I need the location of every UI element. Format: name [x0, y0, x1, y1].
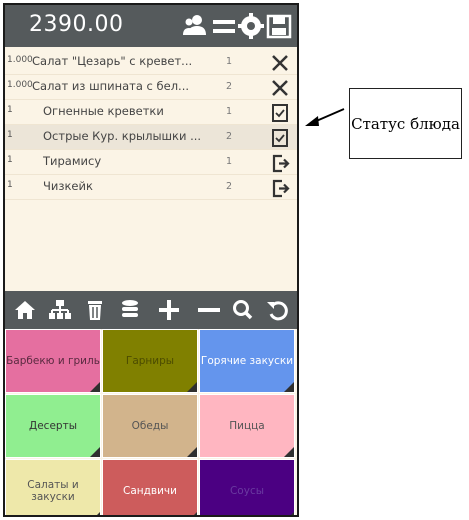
- category-label: Сандвичи: [123, 485, 177, 497]
- save-icon[interactable]: [265, 11, 293, 41]
- tile-corner-marker: [284, 382, 294, 392]
- category-grid: Барбекю и гриль Гарниры Горячие закуски …: [5, 329, 297, 515]
- item-name: Салат "Цезарь" с кревет...: [32, 54, 193, 68]
- order-row[interactable]: 1 Тирамису 1: [5, 150, 297, 175]
- item-quantity: 1: [7, 130, 13, 140]
- category-label: Барбекю и гриль: [6, 355, 100, 367]
- item-quantity: 1: [7, 105, 13, 115]
- item-course: 2: [226, 131, 233, 142]
- annotation-text: Статус блюда: [351, 114, 460, 133]
- checkbox-icon[interactable]: [269, 102, 291, 124]
- order-row[interactable]: 1 Чизкейк 2: [5, 175, 297, 200]
- network-icon[interactable]: [46, 296, 74, 324]
- settings-icon[interactable]: [237, 11, 265, 41]
- category-tile[interactable]: Гарниры: [102, 329, 198, 393]
- category-tile[interactable]: Барбекю и гриль: [5, 329, 101, 393]
- category-tile[interactable]: Салаты и закуски: [5, 459, 101, 515]
- item-course: 1: [226, 156, 233, 167]
- item-course: 2: [226, 181, 233, 192]
- item-name: Салат из шпината с бел...: [32, 79, 190, 93]
- users-icon[interactable]: [181, 11, 209, 41]
- plus-icon[interactable]: [155, 296, 183, 324]
- item-quantity: 1: [7, 180, 13, 190]
- action-toolbar: [5, 291, 297, 329]
- order-list: 1.000 Салат "Цезарь" с кревет... 1 1.000…: [5, 47, 297, 291]
- undo-icon[interactable]: [264, 296, 292, 324]
- category-label: Горячие закуски: [200, 355, 294, 367]
- category-tile[interactable]: Десерты: [5, 394, 101, 458]
- order-total: 2390.00: [29, 12, 124, 37]
- database-icon[interactable]: [116, 296, 144, 324]
- category-label: Десерты: [29, 420, 77, 432]
- item-name: Огненные креветки: [43, 104, 164, 118]
- order-row[interactable]: 1 Острые Кур. крылышки ... 2: [5, 125, 297, 150]
- tile-corner-marker: [90, 512, 100, 515]
- tile-corner-marker: [90, 382, 100, 392]
- close-icon[interactable]: [269, 77, 291, 99]
- tile-corner-marker: [187, 447, 197, 457]
- annotation-arrow: [305, 108, 345, 126]
- category-tile[interactable]: Сандвичи: [102, 459, 198, 515]
- category-label: Гарниры: [125, 355, 175, 367]
- category-label: Обеды: [131, 420, 169, 432]
- home-icon[interactable]: [11, 296, 39, 324]
- item-course: 1: [226, 106, 233, 117]
- item-quantity: 1.000: [7, 80, 33, 90]
- exit-icon[interactable]: [269, 152, 291, 174]
- category-tile[interactable]: Горячие закуски: [199, 329, 295, 393]
- order-row[interactable]: 1.000 Салат "Цезарь" с кревет... 1: [5, 50, 297, 75]
- category-tile[interactable]: Пицца: [199, 394, 295, 458]
- tile-corner-marker: [90, 447, 100, 457]
- annotation-callout: Статус блюда: [349, 88, 462, 159]
- tile-corner-marker: [187, 382, 197, 392]
- checkbox-icon[interactable]: [269, 127, 291, 149]
- search-icon[interactable]: [229, 296, 257, 324]
- order-row[interactable]: 1.000 Салат из шпината с бел... 2: [5, 75, 297, 100]
- tile-corner-marker: [284, 447, 294, 457]
- category-label: Соусы: [229, 485, 265, 497]
- close-icon[interactable]: [269, 52, 291, 74]
- item-course: 1: [226, 56, 233, 67]
- tile-corner-marker: [187, 512, 197, 515]
- order-row[interactable]: 1 Огненные креветки 1: [5, 100, 297, 125]
- item-name: Чизкейк: [43, 179, 93, 193]
- item-name: Острые Кур. крылышки ...: [43, 129, 202, 143]
- category-tile[interactable]: Соусы: [199, 459, 295, 515]
- top-bar: 2390.00: [5, 5, 297, 47]
- item-course: 2: [226, 81, 233, 92]
- tile-corner-marker: [284, 512, 294, 515]
- pos-app-window: 2390.00 1.000 Салат "Цезарь" с кревет...…: [3, 3, 299, 517]
- category-tile[interactable]: Обеды: [102, 394, 198, 458]
- exit-icon[interactable]: [269, 177, 291, 199]
- item-quantity: 1: [7, 155, 13, 165]
- menu-icon[interactable]: [210, 11, 238, 41]
- item-quantity: 1.000: [7, 55, 33, 65]
- item-name: Тирамису: [43, 154, 102, 168]
- category-label: Салаты и закуски: [27, 479, 79, 503]
- category-label: Пицца: [229, 420, 265, 432]
- trash-icon[interactable]: [81, 296, 109, 324]
- minus-icon[interactable]: [195, 296, 223, 324]
